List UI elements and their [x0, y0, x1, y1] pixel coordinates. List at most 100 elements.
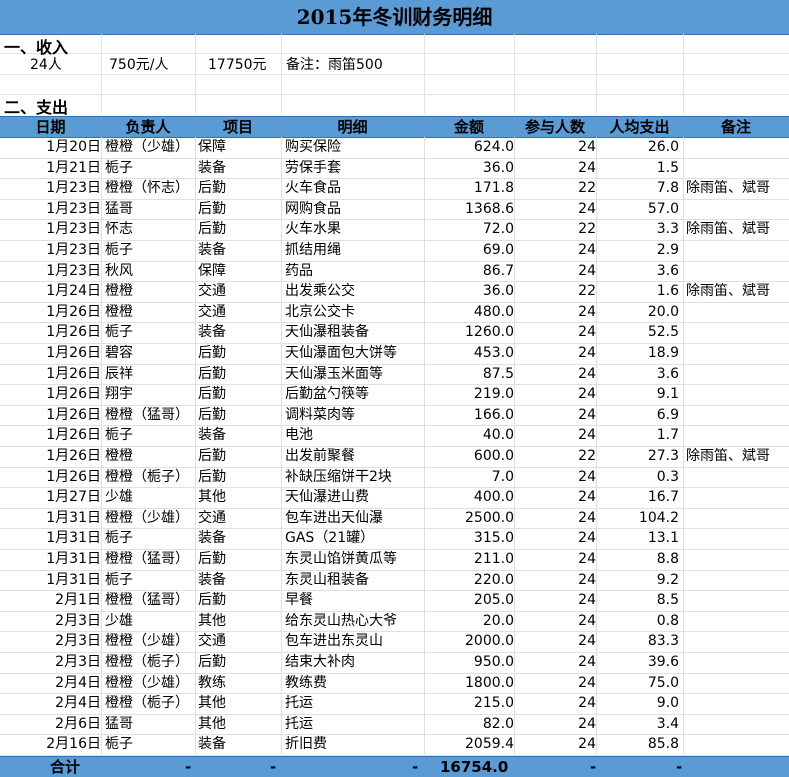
cell-category: 后勤: [198, 200, 226, 217]
cell-date: 2月3日: [55, 654, 101, 670]
cell-date: 2月6日: [55, 715, 101, 732]
cell-date: 1月31日: [46, 551, 101, 567]
cell-participants: 24: [578, 674, 596, 691]
cell-category: 后勤: [198, 386, 226, 403]
cell-per-person: 26.0: [647, 139, 679, 155]
income-total: 17750元: [208, 57, 267, 73]
cell-participants: 22: [578, 180, 596, 197]
cell-category: 装备: [198, 159, 226, 176]
cell-owner: 橙橙（怀志）: [105, 180, 189, 197]
cell-participants: 24: [578, 262, 596, 279]
table-row: 2月6日 猛哥 其他 托运 82.0 24 3.4: [0, 714, 789, 736]
cell-category: 后勤: [198, 592, 226, 609]
cell-date: 1月23日: [46, 180, 101, 197]
cell-per-person: 75.0: [647, 674, 679, 691]
cell-per-person: 1.7: [656, 427, 679, 444]
cell-date: 1月23日: [46, 221, 101, 238]
cell-detail: 出发前聚餐: [285, 448, 355, 464]
cell-amount: 315.0: [473, 530, 514, 547]
cell-per-person: 57.0: [647, 200, 679, 217]
cell-category: 装备: [198, 324, 226, 341]
cell-detail: 天仙瀑玉米面等: [285, 365, 383, 382]
cell-date: 1月23日: [46, 262, 101, 279]
col-header-detail: 明细: [337, 118, 368, 136]
table-row: 2月4日 橙橙（栀子） 其他 托运 215.0 24 9.0: [0, 693, 789, 715]
cell-detail: 天仙瀑面包大饼等: [285, 345, 397, 361]
cell-participants: 24: [578, 139, 596, 155]
cell-date: 1月23日: [46, 242, 101, 258]
cell-per-person: 20.0: [647, 303, 679, 320]
cell-owner: 栀子: [105, 736, 133, 753]
cell-category: 后勤: [198, 654, 226, 670]
cell-detail: 给东灵山热心大爷: [285, 612, 397, 629]
cell-detail: 教练费: [285, 674, 327, 691]
cell-category: 其他: [198, 695, 226, 712]
table-row: 1月20日 橙橙（少雄） 保障 购买保险 624.0 24 26.0: [0, 137, 789, 159]
cell-amount: 86.7: [482, 262, 514, 279]
cell-note: 除雨笛、斌哥: [686, 221, 770, 238]
spreadsheet: 2015年冬训财务明细 一、收入 24人 750元/人 17750元 备注：雨笛…: [0, 0, 789, 777]
cell-date: 1月26日: [46, 406, 101, 423]
cell-detail: 抓结用绳: [285, 242, 341, 258]
cell-owner: 橙橙: [105, 303, 133, 320]
cell-participants: 24: [578, 303, 596, 320]
cell-owner: 怀志: [105, 221, 133, 238]
cell-owner: 辰祥: [105, 365, 133, 382]
cell-participants: 24: [578, 159, 596, 176]
cell-owner: 橙橙（少雄）: [105, 139, 189, 155]
cell-category: 装备: [198, 530, 226, 547]
cell-detail: 劳保手套: [285, 159, 341, 176]
cell-amount: 624.0: [473, 139, 514, 155]
cell-date: 1月26日: [46, 427, 101, 444]
cell-category: 教练: [198, 674, 226, 691]
cell-owner: 栀子: [105, 324, 133, 341]
income-section: 一、收入 24人 750元/人 17750元 备注：雨笛500 二、支出: [0, 34, 789, 117]
cell-owner: 橙橙: [105, 283, 133, 300]
income-people: 24人: [30, 57, 62, 73]
cell-participants: 24: [578, 592, 596, 609]
cell-per-person: 3.4: [656, 715, 679, 732]
cell-detail: 网购食品: [285, 200, 341, 217]
grid-line: [0, 74, 789, 75]
cell-detail: 后勤盆勺筷等: [285, 386, 369, 403]
cell-per-person: 0.3: [656, 468, 679, 485]
total-dash: -: [270, 758, 277, 776]
cell-category: 交通: [198, 283, 226, 300]
table-row: 1月24日 橙橙 交通 出发乘公交 36.0 22 1.6 除雨笛、斌哥: [0, 281, 789, 303]
cell-detail: 包车进出东灵山: [285, 633, 383, 650]
cell-category: 其他: [198, 612, 226, 629]
cell-owner: 橙橙（猛哥）: [105, 551, 189, 567]
cell-detail: 火车食品: [285, 180, 341, 197]
col-header-category: 项目: [222, 118, 253, 136]
cell-participants: 24: [578, 200, 596, 217]
cell-amount: 219.0: [473, 386, 514, 403]
table-row: 1月31日 栀子 装备 东灵山租装备 220.0 24 9.2: [0, 570, 789, 592]
cell-per-person: 8.8: [656, 551, 679, 567]
cell-amount: 453.0: [473, 345, 514, 361]
cell-owner: 栀子: [105, 571, 133, 588]
cell-owner: 橙橙: [105, 448, 133, 464]
cell-date: 2月1日: [55, 592, 101, 609]
cell-amount: 20.0: [482, 612, 514, 629]
cell-participants: 24: [578, 386, 596, 403]
cell-detail: 折旧费: [285, 736, 327, 753]
table-row: 2月3日 橙橙（少雄） 交通 包车进出东灵山 2000.0 24 83.3: [0, 631, 789, 653]
cell-owner: 栀子: [105, 159, 133, 176]
cell-date: 2月3日: [55, 633, 101, 650]
cell-per-person: 6.9: [656, 406, 679, 423]
cell-date: 2月3日: [55, 612, 101, 629]
table-row: 1月23日 橙橙（怀志） 后勤 火车食品 171.8 22 7.8 除雨笛、斌哥: [0, 178, 789, 200]
cell-per-person: 85.8: [647, 736, 679, 753]
col-header-date: 日期: [35, 118, 66, 136]
cell-amount: 600.0: [473, 448, 514, 464]
cell-per-person: 9.1: [656, 386, 679, 403]
cell-detail: 北京公交卡: [285, 303, 355, 320]
cell-detail: 东灵山租装备: [285, 571, 369, 588]
cell-owner: 橙橙（少雄）: [105, 509, 189, 526]
grid-line: [0, 94, 789, 95]
cell-detail: 托运: [285, 715, 313, 732]
cell-per-person: 104.2: [638, 509, 679, 526]
cell-detail: 托运: [285, 695, 313, 712]
cell-detail: 东灵山馅饼黄瓜等: [285, 551, 397, 567]
table-row: 1月26日 橙橙 交通 北京公交卡 480.0 24 20.0: [0, 302, 789, 324]
